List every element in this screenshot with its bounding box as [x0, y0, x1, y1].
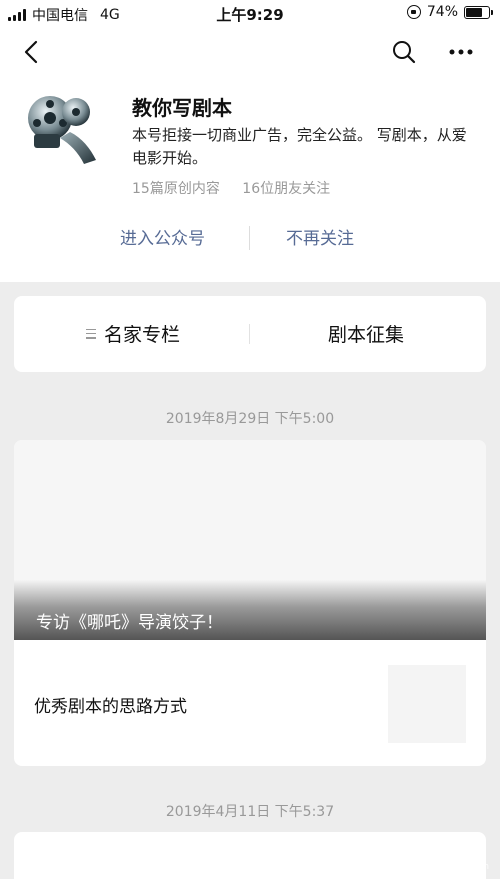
battery-percent: 74% — [426, 4, 458, 20]
unfollow-button[interactable]: 不再关注 — [286, 224, 354, 249]
article-card: 专访《哪吒》导演饺子！ 优秀剧本的思路方式 — [14, 440, 486, 766]
action-divider — [249, 226, 250, 250]
menu-item-columns-label: 名家专栏 — [104, 324, 181, 346]
battery-icon — [464, 5, 493, 19]
account-menu: 名家专栏 剧本征集 — [14, 296, 486, 372]
message-date: 2019年8月29日 下午5:00 — [165, 411, 335, 427]
nav-bar — [0, 26, 500, 78]
chevron-left-icon[interactable] — [18, 38, 46, 66]
enter-account-button[interactable]: 进入公众号 — [120, 224, 205, 249]
account-description: 本号拒接一切商业广告，完全公益。 写剧本，从爱电影开始。 — [132, 126, 467, 167]
message-date: 2019年4月11日 下午5:37 — [165, 804, 335, 820]
article-sub-title[interactable]: 优秀剧本的思路方式 — [34, 692, 187, 717]
orientation-lock-icon — [406, 5, 421, 19]
watermark-url: jingyan.baidu.com — [406, 862, 490, 872]
watermark-logo: Bai — [392, 838, 425, 860]
more-icon[interactable] — [446, 38, 476, 66]
status-right: 74% — [406, 4, 493, 20]
account-name: 教你写剧本 — [132, 96, 232, 120]
menu-lines-icon — [86, 328, 96, 339]
account-profile: 教你写剧本 本号拒接一切商业广告，完全公益。 写剧本，从爱电影开始。 15篇原创… — [0, 78, 500, 282]
baidu-watermark: Bai 经验 — [392, 838, 478, 860]
friends-following[interactable]: 16位朋友关注 — [242, 181, 330, 197]
paw-icon — [429, 841, 447, 857]
menu-divider — [249, 324, 250, 344]
status-bar: 中国电信 4G 上午9:29 74% — [0, 0, 500, 26]
search-icon[interactable] — [390, 38, 418, 66]
watermark-text: 经验 — [450, 842, 479, 858]
action-row: 进入公众号 不再关注 — [0, 220, 500, 254]
battery-fill — [466, 7, 483, 17]
film-reel-icon[interactable] — [20, 88, 106, 174]
article-cover-title[interactable]: 专访《哪吒》导演饺子！ — [36, 608, 223, 633]
article-thumbnail[interactable] — [388, 665, 466, 743]
original-count[interactable]: 15篇原创内容 — [132, 181, 220, 197]
menu-item-script-call[interactable]: 剧本征集 — [328, 320, 404, 347]
account-stats: 15篇原创内容 16位朋友关注 — [132, 178, 330, 198]
menu-item-columns[interactable]: 名家专栏 — [86, 320, 180, 347]
